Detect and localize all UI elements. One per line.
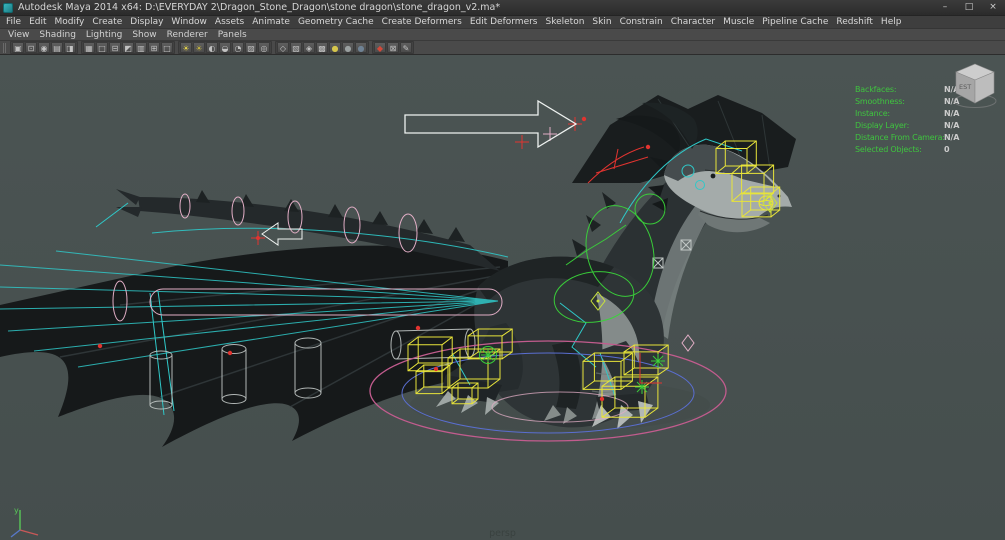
- panel-menu-item[interactable]: Show: [127, 29, 161, 41]
- plugin-icon[interactable]: ◆: [374, 42, 386, 53]
- toolbar-grip[interactable]: [3, 42, 7, 53]
- hud-value: N/A: [944, 133, 960, 142]
- hud-entry: Backfaces: N/A: [855, 85, 959, 94]
- panel-menu-item[interactable]: Lighting: [81, 29, 127, 41]
- toolbar-group-extras: ◆ ⊠ ✎: [372, 41, 414, 54]
- hud-entry: Distance From Camera: N/A: [855, 133, 959, 142]
- isolate-select-icon[interactable]: ◇: [277, 42, 289, 53]
- menu-item[interactable]: Create Deformers: [378, 16, 466, 29]
- snapshot-icon[interactable]: ⊠: [387, 42, 399, 53]
- hud-label: Display Layer:: [855, 121, 910, 130]
- menu-item[interactable]: Skin: [588, 16, 615, 29]
- maximize-button[interactable]: □: [957, 0, 981, 15]
- hud-value: 0: [944, 145, 950, 154]
- hud-label: Selected Objects:: [855, 145, 922, 154]
- menu-item[interactable]: Animate: [248, 16, 294, 29]
- hud-entry: Display Layer: N/A: [855, 121, 959, 130]
- arrow-control-large[interactable]: [404, 99, 578, 149]
- toolbar-group-gates: ▦ □ ⊟ ◩ ▥ ⊞ □: [81, 41, 175, 54]
- safe-action-icon[interactable]: ⊞: [148, 42, 160, 53]
- menu-item[interactable]: Edit Deformers: [466, 16, 542, 29]
- panel-menu-item[interactable]: Renderer: [162, 29, 213, 41]
- multisample-icon[interactable]: ▨: [245, 42, 257, 53]
- menu-item[interactable]: Geometry Cache: [294, 16, 378, 29]
- hud-value: N/A: [944, 121, 960, 130]
- depth-of-field-icon[interactable]: ◎: [258, 42, 270, 53]
- hud-entry: Instance: N/A: [855, 109, 959, 118]
- menu-item[interactable]: Skeleton: [542, 16, 589, 29]
- textured-icon[interactable]: ●: [329, 42, 341, 53]
- maya-app-icon: [3, 2, 13, 13]
- default-lighting-icon[interactable]: ☀: [180, 42, 192, 53]
- camera-name-label: persp: [489, 528, 516, 539]
- panel-menubar: View Shading Lighting Show Renderer Panels: [0, 28, 1005, 40]
- hud-entry: Smoothness: N/A: [855, 97, 959, 106]
- safe-title-icon[interactable]: □: [161, 42, 173, 53]
- camera-attributes-icon[interactable]: ◉: [38, 42, 50, 53]
- titlebar: Autodesk Maya 2014 x64: D:\EVERYDAY 2\Dr…: [0, 0, 1005, 15]
- gate-mask-icon[interactable]: ◩: [122, 42, 134, 53]
- menu-item[interactable]: Pipeline Cache: [758, 16, 832, 29]
- all-lights-icon[interactable]: ☀: [193, 42, 205, 53]
- panel-toolbar: ▣ ⊡ ◉ ▤ ◨ ▦ □ ⊟ ◩ ▥ ⊞ □ ☀ ☀ ◐ ◒ ◔ ▨ ◎ ◇ ▧ ◈ ▩ ● ● ● ◆ ⊠ ✎: [0, 40, 1005, 54]
- hud-label: Backfaces:: [855, 85, 897, 94]
- xray-icon[interactable]: ▧: [290, 42, 302, 53]
- view-cube[interactable]: EST: [949, 59, 1001, 111]
- grease-pencil-icon[interactable]: ✎: [400, 42, 412, 53]
- menu-item[interactable]: Constrain: [616, 16, 667, 29]
- select-camera-icon[interactable]: ▣: [12, 42, 24, 53]
- xray-joints-icon[interactable]: ◈: [303, 42, 315, 53]
- panel-menu-item[interactable]: View: [3, 29, 34, 41]
- hud-label: Distance From Camera:: [855, 133, 945, 142]
- menu-item[interactable]: Redshift: [832, 16, 877, 29]
- image-plane-icon[interactable]: ◨: [64, 42, 76, 53]
- field-chart-icon[interactable]: ▥: [135, 42, 147, 53]
- panel-menu-item[interactable]: Panels: [213, 29, 252, 41]
- heads-up-display: Backfaces: N/A Smoothness: N/A Instance:…: [855, 85, 959, 154]
- dragon-model[interactable]: [0, 95, 796, 447]
- minimize-button[interactable]: –: [933, 0, 957, 15]
- menu-item[interactable]: Help: [877, 16, 906, 29]
- close-button[interactable]: ×: [981, 0, 1005, 15]
- lock-camera-icon[interactable]: ⊡: [25, 42, 37, 53]
- resolution-gate-icon[interactable]: ⊟: [109, 42, 121, 53]
- menu-item[interactable]: Window: [167, 16, 211, 29]
- axis-y-label: y: [14, 506, 19, 515]
- viewport[interactable]: Backfaces: N/A Smoothness: N/A Instance:…: [0, 54, 1005, 540]
- panel-menu-item[interactable]: Shading: [34, 29, 81, 41]
- hud-label: Smoothness:: [855, 97, 905, 106]
- main-menubar: File Edit Modify Create Display Window Assets A…: [0, 15, 1005, 28]
- default-material-icon[interactable]: ●: [355, 42, 367, 53]
- bookmark-icon[interactable]: ▤: [51, 42, 63, 53]
- view-cube-face-label: EST: [959, 83, 971, 91]
- motion-blur-icon[interactable]: ◔: [232, 42, 244, 53]
- occlusion-icon[interactable]: ◒: [219, 42, 231, 53]
- window-title: Autodesk Maya 2014 x64: D:\EVERYDAY 2\Dr…: [18, 2, 501, 13]
- window-controls: – □ ×: [933, 0, 1005, 15]
- toolbar-group-lighting: ☀ ☀ ◐ ◒ ◔ ▨ ◎: [178, 41, 272, 54]
- toolbar-group-camera: ▣ ⊡ ◉ ▤ ◨: [10, 41, 78, 54]
- shadows-icon[interactable]: ◐: [206, 42, 218, 53]
- smooth-shaded-icon[interactable]: ●: [342, 42, 354, 53]
- grid-icon[interactable]: ▦: [83, 42, 95, 53]
- hud-label: Instance:: [855, 109, 890, 118]
- menu-item[interactable]: Muscle: [719, 16, 758, 29]
- toolbar-group-shading: ◇ ▧ ◈ ▩ ● ● ●: [275, 41, 369, 54]
- menu-item[interactable]: Display: [126, 16, 167, 29]
- hud-entry: Selected Objects: 0: [855, 145, 959, 154]
- wireframe-on-shaded-icon[interactable]: ▩: [316, 42, 328, 53]
- menu-item[interactable]: Create: [88, 16, 126, 29]
- menu-item[interactable]: File: [2, 16, 25, 29]
- film-gate-icon[interactable]: □: [96, 42, 108, 53]
- menu-item[interactable]: Assets: [211, 16, 248, 29]
- menu-item[interactable]: Edit: [25, 16, 50, 29]
- menu-item[interactable]: Modify: [51, 16, 89, 29]
- menu-item[interactable]: Character: [667, 16, 719, 29]
